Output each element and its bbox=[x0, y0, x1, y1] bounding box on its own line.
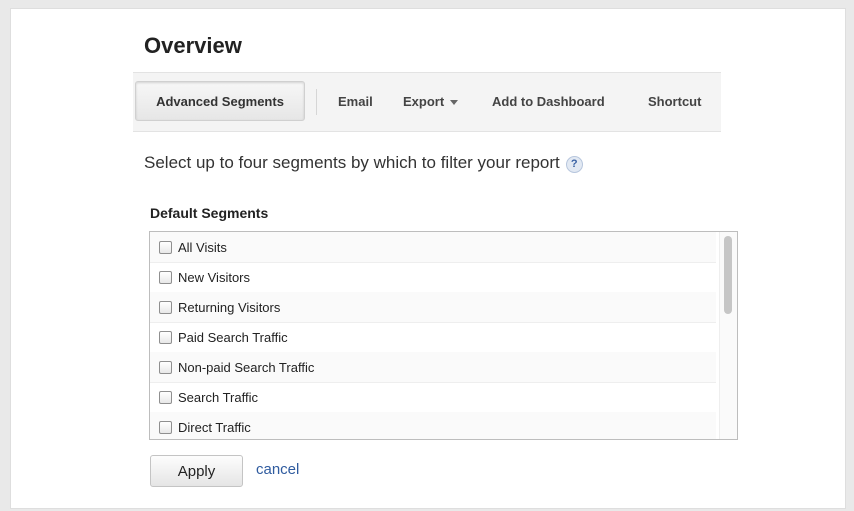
advanced-segments-button[interactable]: Advanced Segments bbox=[135, 81, 305, 121]
segment-checkbox[interactable] bbox=[159, 390, 172, 404]
segment-checkbox[interactable] bbox=[159, 420, 172, 434]
segment-list-item[interactable]: Search Traffic bbox=[150, 382, 716, 413]
segment-checkbox[interactable] bbox=[159, 360, 172, 374]
cancel-link[interactable]: cancel bbox=[256, 461, 299, 478]
segment-list-item[interactable]: Returning Visitors bbox=[150, 292, 716, 323]
shortcut-button[interactable]: Shortcut bbox=[648, 94, 701, 109]
export-label: Export bbox=[403, 94, 445, 109]
chevron-down-icon bbox=[450, 100, 459, 106]
export-dropdown[interactable]: Export bbox=[403, 94, 459, 109]
scrollbar[interactable] bbox=[719, 232, 737, 439]
toolbar-divider bbox=[316, 89, 317, 115]
segment-label: Search Traffic bbox=[178, 389, 258, 405]
default-segments-heading: Default Segments bbox=[150, 205, 269, 221]
report-toolbar: Advanced Segments Email Export Add to Da… bbox=[133, 72, 721, 132]
instruction-text: Select up to four segments by which to f… bbox=[144, 153, 560, 172]
segment-instruction: Select up to four segments by which to f… bbox=[144, 153, 583, 173]
scrollbar-thumb[interactable] bbox=[724, 236, 732, 314]
segment-list-item[interactable]: Direct Traffic bbox=[150, 412, 716, 439]
segment-list-item[interactable]: Non-paid Search Traffic bbox=[150, 352, 716, 383]
segment-label: Non-paid Search Traffic bbox=[178, 359, 315, 375]
apply-button[interactable]: Apply bbox=[150, 455, 243, 487]
add-to-dashboard-button[interactable]: Add to Dashboard bbox=[492, 94, 605, 109]
page-title: Overview bbox=[144, 33, 242, 58]
segment-checkbox[interactable] bbox=[159, 330, 172, 344]
segment-list-item[interactable]: Paid Search Traffic bbox=[150, 322, 716, 353]
email-button[interactable]: Email bbox=[338, 94, 373, 109]
segment-checkbox[interactable] bbox=[159, 300, 172, 314]
segment-list-item[interactable]: New Visitors bbox=[150, 262, 716, 293]
segment-label: All Visits bbox=[178, 239, 227, 255]
segment-label: Returning Visitors bbox=[178, 299, 281, 315]
segment-label: New Visitors bbox=[178, 269, 251, 285]
segment-label: Paid Search Traffic bbox=[178, 329, 288, 345]
help-icon[interactable]: ? bbox=[565, 156, 583, 173]
segment-list[interactable]: All Visits New Visitors Returning Visitors… bbox=[149, 231, 738, 440]
segment-list-item[interactable]: All Visits bbox=[150, 232, 716, 263]
segment-label: Direct Traffic bbox=[178, 419, 251, 435]
segment-checkbox[interactable] bbox=[159, 240, 172, 254]
segment-checkbox[interactable] bbox=[159, 270, 172, 284]
